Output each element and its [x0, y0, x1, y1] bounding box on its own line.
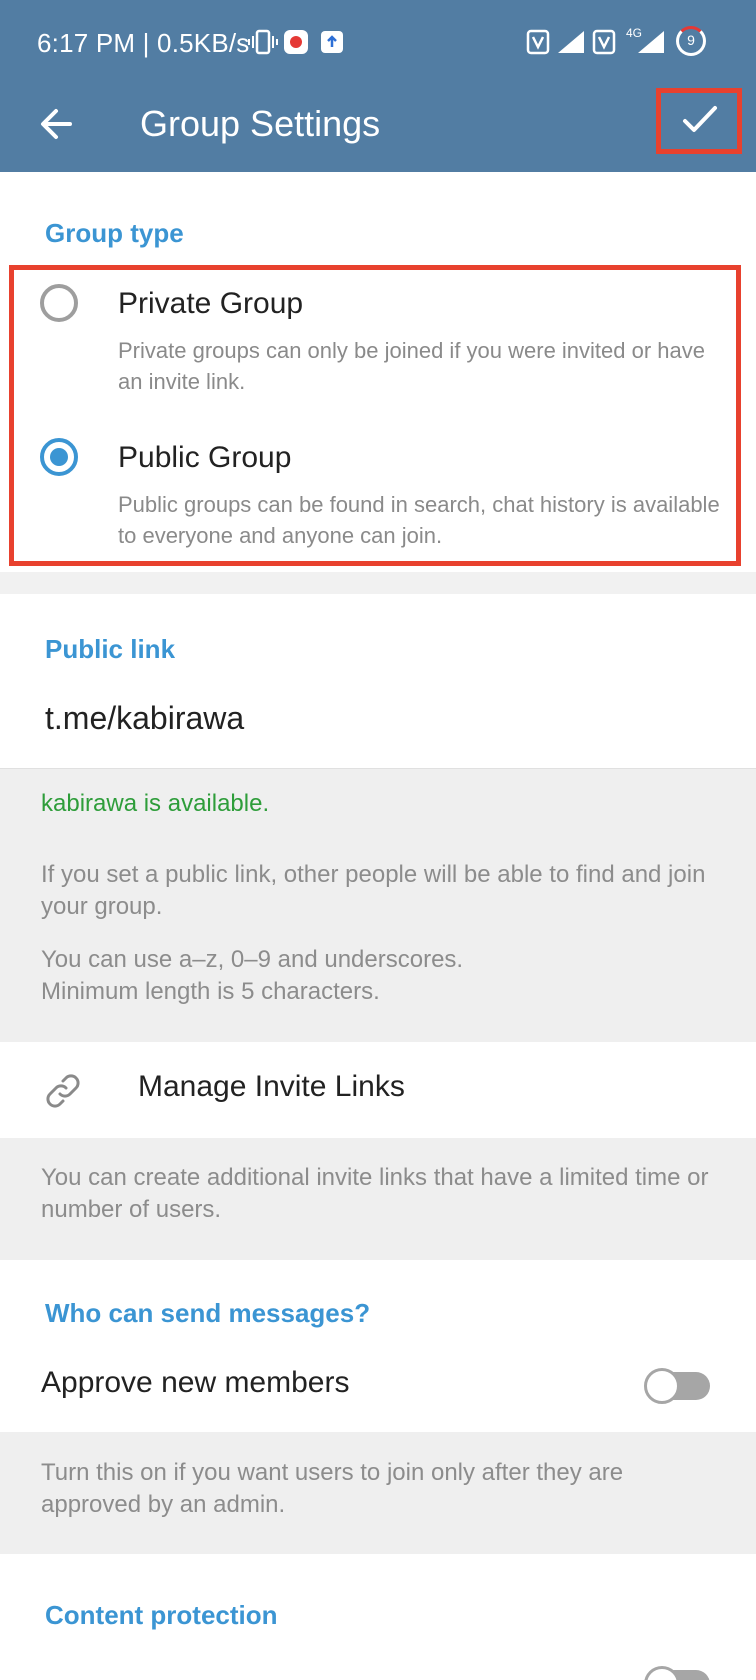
volte-icon — [592, 29, 616, 55]
section-title-public-link: Public link — [45, 634, 176, 664]
radio-button-unchecked-icon[interactable] — [40, 284, 78, 322]
approve-new-members-label: Approve new members — [41, 1366, 350, 1399]
radio-description-private: Private groups can only be joined if you… — [118, 338, 706, 394]
page-title: Group Settings — [140, 103, 381, 144]
save-button[interactable] — [656, 88, 742, 154]
toggle-knob — [644, 1368, 680, 1404]
allowed-characters-info: You can use a–z, 0–9 and underscores. — [41, 946, 464, 973]
signal-icon — [558, 31, 584, 53]
toggle-knob — [644, 1666, 680, 1680]
section-divider — [0, 572, 756, 594]
manage-invite-links-label: Manage Invite Links — [138, 1070, 405, 1103]
radio-label-public: Public Group — [118, 441, 292, 474]
public-link-input[interactable]: t.me/kabirawa — [45, 700, 244, 737]
section-title-send-messages: Who can send messages? — [45, 1298, 371, 1328]
signal-icon — [638, 31, 664, 53]
check-icon — [683, 106, 717, 132]
content-protection-toggle[interactable] — [644, 1666, 710, 1680]
volte-icon — [526, 29, 550, 55]
battery-level: 9 — [687, 32, 695, 48]
record-icon — [284, 30, 308, 54]
status-time: 6:17 PM | 0.5KB/s — [37, 28, 250, 58]
radio-label-private: Private Group — [118, 287, 304, 320]
link-icon — [46, 1074, 80, 1108]
app-bar: Group Settings — [0, 88, 756, 172]
battery-icon: 9 — [676, 26, 706, 56]
radio-button-checked-icon[interactable] — [40, 438, 78, 476]
divider — [0, 768, 756, 769]
radio-description-public: Public groups can be found in search, ch… — [118, 492, 720, 548]
radio-public-group[interactable]: Public Group Public groups can be found … — [0, 436, 756, 560]
minimum-length-info: Minimum length is 5 characters. — [41, 978, 380, 1005]
availability-status: kabirawa is available. — [41, 790, 270, 817]
section-title-group-type: Group type — [45, 218, 184, 248]
section-title-content-protection: Content protection — [45, 1600, 278, 1630]
approve-new-members-info: Turn this on if you want users to join o… — [41, 1459, 624, 1518]
approve-new-members-row[interactable]: Approve new members — [0, 1340, 756, 1430]
invite-links-info: You can create additional invite links t… — [41, 1164, 709, 1223]
vibrate-icon — [248, 29, 278, 55]
status-bar: 6:17 PM | 0.5KB/s 4G 9 — [0, 0, 756, 88]
cloud-upload-icon — [321, 31, 343, 53]
arrow-left-icon[interactable] — [36, 104, 76, 144]
manage-invite-links-button[interactable]: Manage Invite Links — [0, 1042, 756, 1138]
public-link-info: If you set a public link, other people w… — [41, 861, 706, 920]
approve-new-members-toggle[interactable] — [644, 1368, 710, 1404]
radio-private-group[interactable]: Private Group Private groups can only be… — [0, 282, 756, 406]
